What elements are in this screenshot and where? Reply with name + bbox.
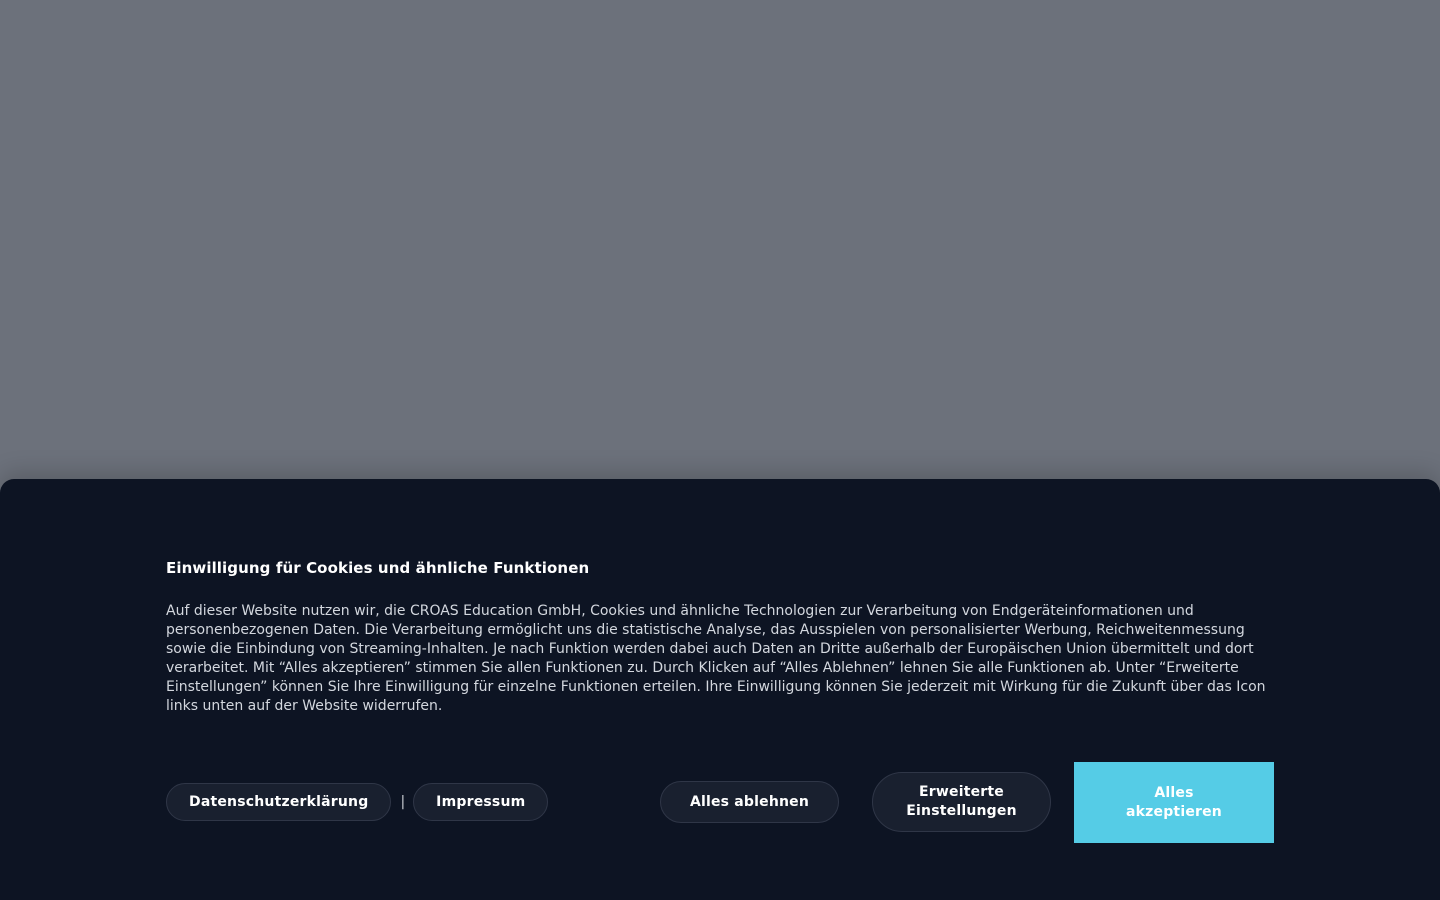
advanced-settings-button[interactable]: Erweiterte Einstellungen bbox=[872, 772, 1051, 832]
cookie-consent-banner: Einwilligung für Cookies und ähnliche Fu… bbox=[0, 479, 1440, 900]
imprint-link[interactable]: Impressum bbox=[413, 783, 549, 821]
reject-all-button[interactable]: Alles ablehnen bbox=[660, 781, 839, 823]
privacy-policy-link[interactable]: Datenschutzerklärung bbox=[166, 783, 392, 821]
legal-links: Datenschutzerklärung | Impressum bbox=[166, 783, 549, 821]
cookie-consent-description: Auf dieser Website nutzen wir, die CROAS… bbox=[166, 603, 1266, 714]
cookie-consent-content: Einwilligung für Cookies und ähnliche Fu… bbox=[166, 558, 1276, 716]
accept-all-button[interactable]: Alles akzeptieren bbox=[1074, 762, 1274, 843]
links-separator: | bbox=[400, 794, 406, 810]
cookie-consent-title: Einwilligung für Cookies und ähnliche Fu… bbox=[166, 559, 590, 577]
